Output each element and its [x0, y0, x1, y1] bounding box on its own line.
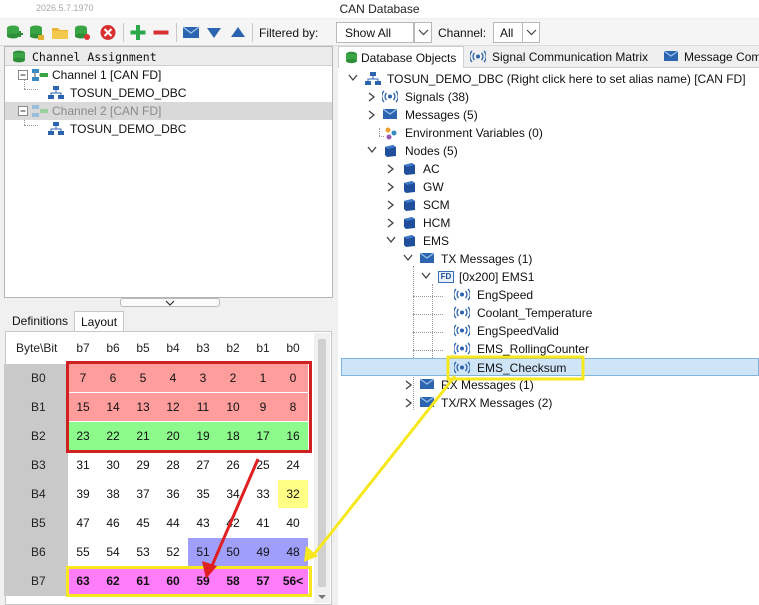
- can-database-window: 2026.5.7.1970 CAN Database Filtered by: …: [0, 0, 759, 605]
- red-arrow-head: [202, 561, 217, 579]
- annotation-overlay: [202, 355, 585, 579]
- checksum-highlight-box: [446, 355, 585, 381]
- yellow-arrow-line: [310, 375, 457, 558]
- red-arrow-line: [209, 458, 260, 569]
